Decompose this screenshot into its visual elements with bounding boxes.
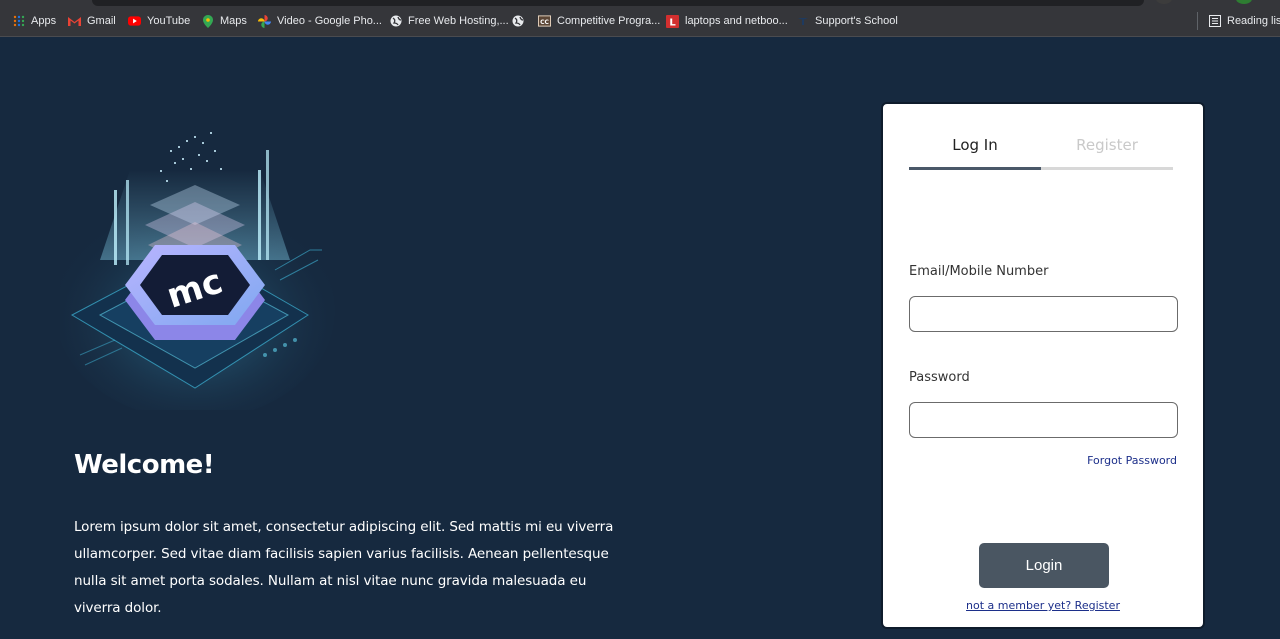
bookmark-competitive-programming[interactable]: CC Competitive Progra... — [538, 12, 660, 30]
apps-grid-icon — [12, 15, 25, 28]
bookmark-label: Competitive Progra... — [557, 15, 661, 27]
email-label: Email/Mobile Number — [909, 264, 1049, 279]
google-photos-icon — [258, 14, 271, 28]
l-icon: L — [666, 14, 679, 28]
tab-register[interactable]: Register — [1041, 134, 1173, 170]
reading-list-button[interactable]: Reading list — [1197, 12, 1280, 30]
bookmark-apps[interactable]: Apps — [12, 12, 56, 30]
svg-text:L: L — [669, 17, 676, 28]
bookmark-laptops-netbooks[interactable]: L laptops and netboo... — [666, 12, 788, 30]
bookmark-google-photos[interactable]: Video - Google Pho... — [258, 12, 382, 30]
reading-list-label: Reading list — [1227, 15, 1280, 27]
youtube-icon — [128, 15, 141, 28]
hero-illustration: mc — [60, 132, 335, 410]
globe-icon — [511, 15, 524, 28]
bookmark-label: Free Web Hosting,... — [408, 15, 509, 27]
bookmark-label: Apps — [31, 15, 57, 27]
bookmark-gmail[interactable]: Gmail — [68, 12, 116, 30]
auth-tabs: Log In Register — [909, 134, 1173, 170]
login-button[interactable]: Login — [979, 543, 1109, 588]
welcome-title: Welcome! — [74, 450, 215, 480]
bookmark-label: Support's School — [815, 15, 898, 27]
tab-login[interactable]: Log In — [909, 134, 1041, 170]
bookmarks-bar: Apps Gmail YouTube Maps Video - Google P… — [0, 0, 1280, 37]
bookmark-label: Maps — [220, 15, 247, 27]
bookmark-label: laptops and netboo... — [685, 15, 788, 27]
bookmark-youtube[interactable]: YouTube — [128, 12, 190, 30]
forgot-password-link[interactable]: Forgot Password — [1087, 454, 1177, 467]
email-field[interactable] — [909, 296, 1178, 332]
password-label: Password — [909, 370, 970, 385]
welcome-description: Lorem ipsum dolor sit amet, consectetur … — [74, 519, 614, 616]
bookmark-label: YouTube — [147, 15, 191, 27]
bookmark-maps[interactable]: Maps — [201, 12, 247, 30]
svg-text:CC: CC — [540, 19, 549, 26]
bookmark-label: Gmail — [87, 15, 116, 27]
reading-list-icon — [1208, 15, 1221, 28]
register-link[interactable]: not a member yet? Register — [883, 599, 1203, 612]
bookmark-supports-school[interactable]: Support's School — [796, 12, 898, 30]
cc-icon: CC — [538, 15, 551, 28]
bookmark-globe[interactable] — [511, 12, 530, 30]
maps-icon — [201, 14, 214, 28]
bookmark-free-web-hosting[interactable]: Free Web Hosting,... — [389, 12, 509, 30]
profile-avatar[interactable] — [1236, 0, 1252, 4]
globe-icon — [389, 15, 402, 28]
extension-icon[interactable] — [1156, 0, 1172, 4]
gmail-icon — [68, 15, 81, 28]
password-field[interactable] — [909, 402, 1178, 438]
login-card: Log In Register Email/Mobile Number Pass… — [881, 102, 1205, 629]
address-bar-edge — [92, 0, 1144, 6]
school-icon — [796, 15, 809, 28]
bookmark-label: Video - Google Pho... — [277, 15, 382, 27]
